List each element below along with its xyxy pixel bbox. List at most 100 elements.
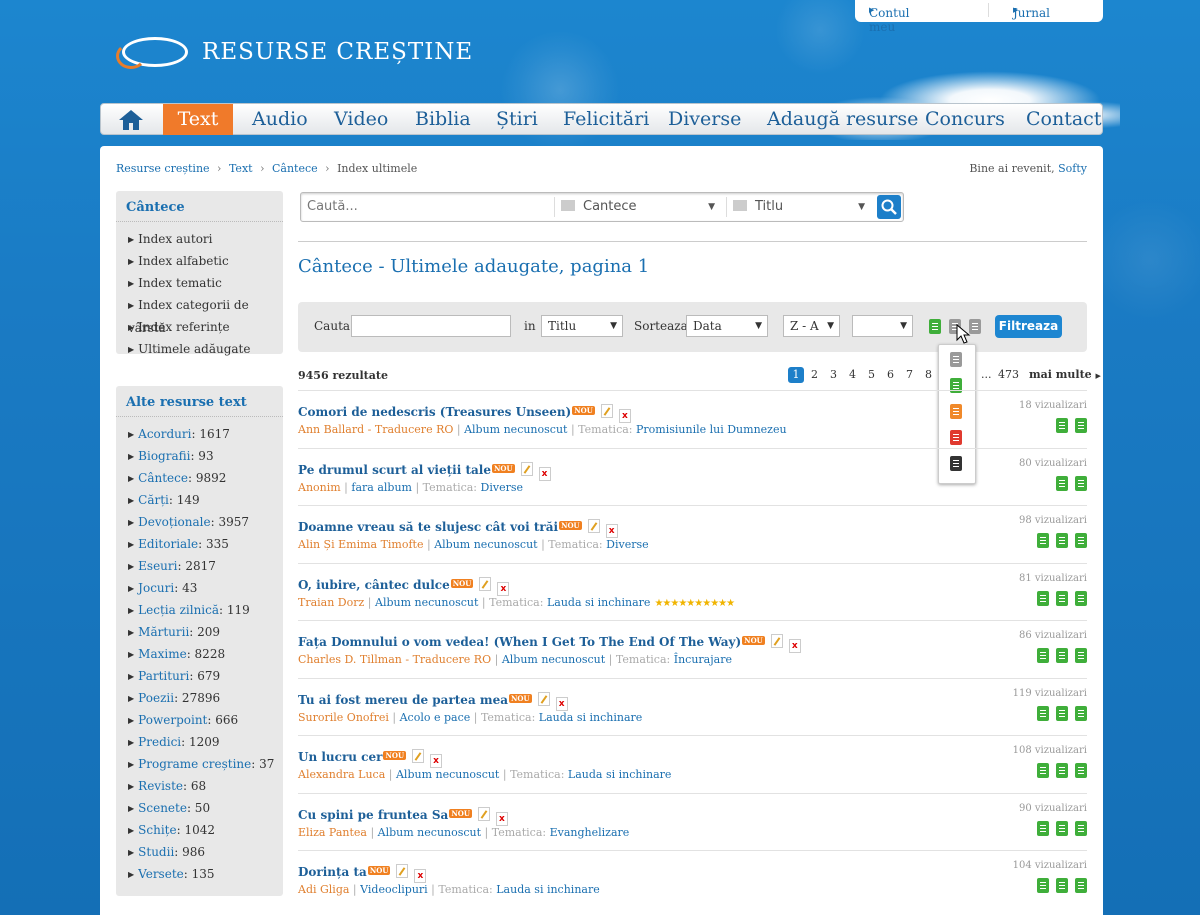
nav-concurs[interactable]: Concurs — [925, 104, 1005, 135]
delete-icon[interactable]: x — [555, 696, 568, 711]
sidebar-resource-item[interactable]: ▶ Cărți: 149 — [116, 489, 283, 511]
download-file-icon[interactable] — [1075, 705, 1087, 721]
resource-link[interactable]: Cărți — [138, 493, 169, 507]
download-file-icon[interactable] — [1075, 820, 1087, 836]
delete-icon[interactable]: x — [495, 811, 508, 826]
resource-link[interactable]: Reviste — [138, 779, 183, 793]
sidebar-resource-item[interactable]: ▶ Predici: 1209 — [116, 731, 283, 753]
download-file-icon[interactable] — [1056, 820, 1068, 836]
filter-button[interactable]: Filtreaza — [995, 315, 1062, 338]
order-select[interactable]: Z - A ▼ — [783, 315, 840, 337]
edit-icon[interactable] — [477, 806, 490, 821]
resource-link[interactable]: Scenete — [138, 801, 187, 815]
sidebar-resource-item[interactable]: ▶ Versete: 135 — [116, 863, 283, 885]
resource-link[interactable]: Biografii — [138, 449, 190, 463]
sidebar-resource-item[interactable]: ▶ Powerpoint: 666 — [116, 709, 283, 731]
sidebar-resource-item[interactable]: ▶ Poezii: 27896 — [116, 687, 283, 709]
result-author[interactable]: Eliza Pantea — [298, 826, 367, 839]
delete-icon[interactable]: x — [538, 466, 551, 481]
nav-felicitari[interactable]: Felicitări — [563, 104, 649, 135]
result-tematica[interactable]: Lauda si inchinare — [539, 711, 642, 724]
edit-icon[interactable] — [396, 864, 409, 878]
download-file-icon[interactable] — [1037, 590, 1049, 606]
result-title[interactable]: Cu spini pe fruntea Sa — [298, 808, 448, 822]
breadcrumb-home[interactable]: Resurse creștine — [116, 162, 210, 175]
page-link[interactable]: 5 — [868, 368, 875, 381]
sidebar-resource-item[interactable]: ▶ Eseuri: 2817 — [116, 555, 283, 577]
nav-text[interactable]: Text — [163, 104, 233, 135]
edit-icon[interactable] — [587, 519, 600, 533]
download-file-icon[interactable] — [1075, 533, 1087, 548]
sidebar-resource-item[interactable]: ▶ Schițe: 1042 — [116, 819, 283, 841]
download-file-icon[interactable] — [1056, 475, 1068, 491]
delete-icon[interactable]: x — [497, 581, 510, 596]
page-link[interactable]: 2 — [811, 368, 818, 381]
edit-icon[interactable] — [479, 576, 492, 591]
sidebar-resource-item[interactable]: ▶ Maxime: 8228 — [116, 643, 283, 665]
resource-link[interactable]: Jocuri — [138, 581, 174, 595]
result-title[interactable]: Comori de nedescris (Treasures Unseen) — [298, 405, 571, 419]
edit-icon[interactable] — [537, 691, 550, 706]
result-title[interactable]: Fața Domnului o vom vedea! (When I Get T… — [298, 635, 741, 649]
result-tematica[interactable]: Lauda si inchinare — [496, 883, 599, 896]
result-album[interactable]: Album necunoscut — [378, 826, 481, 839]
download-file-icon[interactable] — [1075, 648, 1087, 663]
delete-icon[interactable]: x — [605, 524, 618, 538]
sidebar-resource-item[interactable]: ▶ Editoriale: 335 — [116, 533, 283, 555]
page-link[interactable]: 1 — [788, 367, 804, 383]
nav-adauga-resurse[interactable]: Adaugă resurse — [767, 104, 918, 135]
download-file-icon[interactable] — [1056, 878, 1068, 893]
resource-link[interactable]: Studii — [138, 845, 174, 859]
extra-select[interactable]: ▼ — [852, 315, 913, 337]
nav-biblia[interactable]: Biblia — [415, 104, 471, 135]
sidebar-resource-item[interactable]: ▶ Studii: 986 — [116, 841, 283, 863]
resource-link[interactable]: Versete — [138, 867, 184, 881]
sidebar-resource-item[interactable]: ▶ Partituri: 679 — [116, 665, 283, 687]
result-title[interactable]: Tu ai fost mereu de partea mea — [298, 693, 508, 707]
resource-link[interactable]: Mărturii — [138, 625, 189, 639]
result-author[interactable]: Alexandra Luca — [298, 768, 385, 781]
edit-icon[interactable] — [770, 634, 783, 648]
download-file-icon[interactable] — [1056, 705, 1068, 721]
sidebar-resource-item[interactable]: ▶ Scenete: 50 — [116, 797, 283, 819]
resource-link[interactable]: Programe creștine — [138, 757, 251, 771]
result-album[interactable]: Album necunoscut — [502, 653, 605, 666]
result-author[interactable]: Adi Gliga — [298, 883, 349, 896]
resource-link[interactable]: Editoriale — [138, 537, 198, 551]
format-green-icon[interactable] — [929, 319, 941, 334]
sidebar-resource-item[interactable]: ▶ Mărturii: 209 — [116, 621, 283, 643]
delete-icon[interactable]: x — [618, 409, 631, 423]
result-title[interactable]: Pe drumul scurt al vieții tale — [298, 463, 491, 477]
download-file-icon[interactable] — [1075, 475, 1087, 491]
download-file-icon[interactable] — [1056, 418, 1068, 433]
result-tematica[interactable]: Lauda si inchinare — [568, 768, 671, 781]
resource-link[interactable]: Eseuri — [138, 559, 177, 573]
page-link[interactable]: 4 — [849, 368, 856, 381]
edit-icon[interactable] — [520, 461, 533, 476]
page-link[interactable]: 8 — [925, 368, 932, 381]
result-tematica[interactable]: Lauda si inchinare — [547, 596, 650, 609]
page-link[interactable]: 7 — [906, 368, 913, 381]
resource-link[interactable]: Maxime — [138, 647, 187, 661]
search-category-select[interactable]: Cantece ▼ — [561, 193, 721, 221]
result-album[interactable]: Acolo e pace — [400, 711, 471, 724]
sort-select[interactable]: Data ▼ — [686, 315, 768, 337]
result-album[interactable]: fara album — [351, 481, 412, 494]
nav-audio[interactable]: Audio — [252, 104, 308, 135]
search-button[interactable] — [877, 195, 901, 219]
sidebar-item[interactable]: ▶ Ultimele adăugate — [116, 338, 283, 360]
format-option-gray-icon[interactable] — [950, 352, 962, 367]
edit-icon[interactable] — [412, 749, 425, 763]
download-file-icon[interactable] — [1075, 878, 1087, 893]
result-tematica[interactable]: Diverse — [606, 538, 648, 551]
sidebar-item[interactable]: ▶ Index alfabetic — [116, 250, 283, 272]
page-link-last[interactable]: 473 — [998, 368, 1019, 381]
sidebar-resource-item[interactable]: ▶ Biografii: 93 — [116, 445, 283, 467]
sidebar-item[interactable]: ▶ Index tematic — [116, 272, 283, 294]
page-link[interactable]: 3 — [830, 368, 837, 381]
download-file-icon[interactable] — [1037, 705, 1049, 721]
download-file-icon[interactable] — [1075, 418, 1087, 433]
page-link[interactable]: 6 — [887, 368, 894, 381]
download-file-icon[interactable] — [1037, 648, 1049, 663]
sidebar-resource-item[interactable]: ▶ Reviste: 68 — [116, 775, 283, 797]
